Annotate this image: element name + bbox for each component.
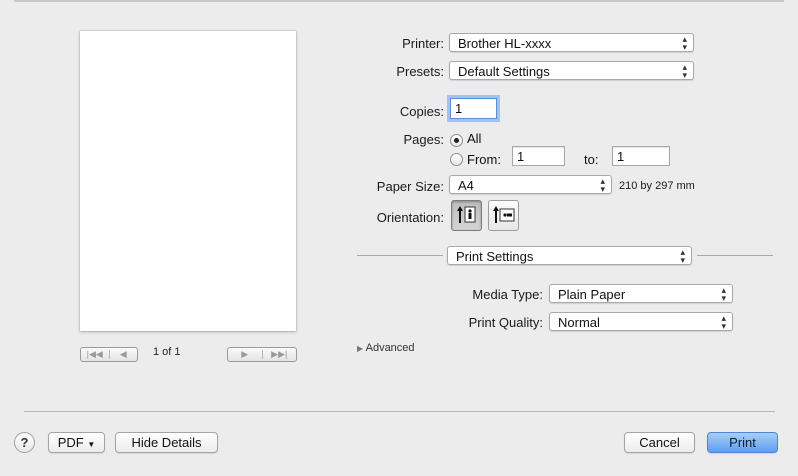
help-button[interactable]: ? — [14, 432, 35, 453]
landscape-orientation-button[interactable] — [488, 200, 519, 231]
printer-value: Brother HL-xxxx — [458, 36, 552, 51]
popup-arrows-icon: ▴ ▾ — [682, 62, 687, 80]
print-quality-label: Print Quality: — [468, 315, 543, 330]
presets-label: Presets: — [396, 64, 444, 79]
panel-divider-left — [357, 255, 443, 256]
paper-size-value: A4 — [458, 178, 474, 193]
hide-details-button[interactable]: Hide Details — [115, 432, 218, 453]
preview-nav-forward-group[interactable]: ▶ ▶▶| — [227, 347, 297, 362]
pages-all-label: All — [467, 131, 482, 146]
panel-divider-right — [697, 255, 773, 256]
panel-popup[interactable]: Print Settings ▴ ▾ — [447, 246, 692, 265]
printer-popup[interactable]: Brother HL-xxxx ▴ ▾ — [449, 33, 694, 52]
panel-value: Print Settings — [456, 249, 534, 264]
pages-to-field[interactable]: 1 — [612, 146, 670, 166]
preview-nav-back-group[interactable]: |◀◀ ◀ — [80, 347, 138, 362]
media-type-label: Media Type: — [472, 287, 543, 302]
pages-label: Pages: — [403, 132, 444, 147]
popup-arrows-icon: ▴ ▾ — [682, 34, 687, 52]
advanced-disclosure[interactable]: ▶ Advanced — [357, 342, 415, 354]
popup-arrows-icon: ▴ ▾ — [680, 247, 685, 265]
portrait-orientation-button[interactable] — [451, 200, 482, 231]
landscape-icon — [493, 206, 515, 223]
presets-popup[interactable]: Default Settings ▴ ▾ — [449, 61, 694, 80]
media-type-value: Plain Paper — [558, 287, 626, 302]
pages-to-label: to: — [584, 152, 599, 167]
popup-arrows-icon: ▴ ▾ — [721, 313, 726, 331]
cancel-button[interactable]: Cancel — [624, 432, 695, 453]
next-page-icon[interactable]: ▶ — [228, 348, 262, 361]
paper-dimensions: 210 by 297 mm — [619, 180, 695, 192]
pdf-label: PDF — [57, 435, 84, 450]
print-button[interactable]: Print — [707, 432, 778, 453]
pages-from-field[interactable]: 1 — [512, 146, 565, 166]
presets-value: Default Settings — [458, 64, 550, 79]
pdf-menu-button[interactable]: PDF ▼ — [48, 432, 105, 453]
window-top-edge — [14, 0, 784, 2]
chevron-down-icon: ▼ — [87, 440, 96, 449]
copies-field[interactable]: 1 — [450, 98, 497, 119]
paper-size-label: Paper Size: — [376, 179, 444, 194]
popup-arrows-icon: ▴ ▾ — [600, 176, 605, 194]
first-page-icon[interactable]: |◀◀ — [81, 348, 109, 361]
print-quality-value: Normal — [558, 315, 600, 330]
popup-arrows-icon: ▴ ▾ — [721, 285, 726, 303]
advanced-label: Advanced — [365, 342, 415, 354]
page-preview — [80, 31, 296, 331]
page-count: 1 of 1 — [153, 346, 181, 358]
pages-from-radio[interactable] — [450, 153, 463, 166]
last-page-icon[interactable]: ▶▶| — [263, 348, 297, 361]
pages-from-label: From: — [467, 152, 501, 167]
portrait-icon — [457, 206, 476, 223]
orientation-label: Orientation: — [376, 210, 444, 225]
paper-size-popup[interactable]: A4 ▴ ▾ — [449, 175, 612, 194]
printer-label: Printer: — [402, 36, 444, 51]
pages-all-radio[interactable] — [450, 134, 463, 147]
copies-label: Copies: — [399, 104, 444, 119]
disclosure-triangle-icon: ▶ — [357, 344, 364, 353]
print-quality-popup[interactable]: Normal ▴ ▾ — [549, 312, 733, 331]
footer-divider — [24, 411, 775, 412]
previous-page-icon[interactable]: ◀ — [110, 348, 138, 361]
media-type-popup[interactable]: Plain Paper ▴ ▾ — [549, 284, 733, 303]
